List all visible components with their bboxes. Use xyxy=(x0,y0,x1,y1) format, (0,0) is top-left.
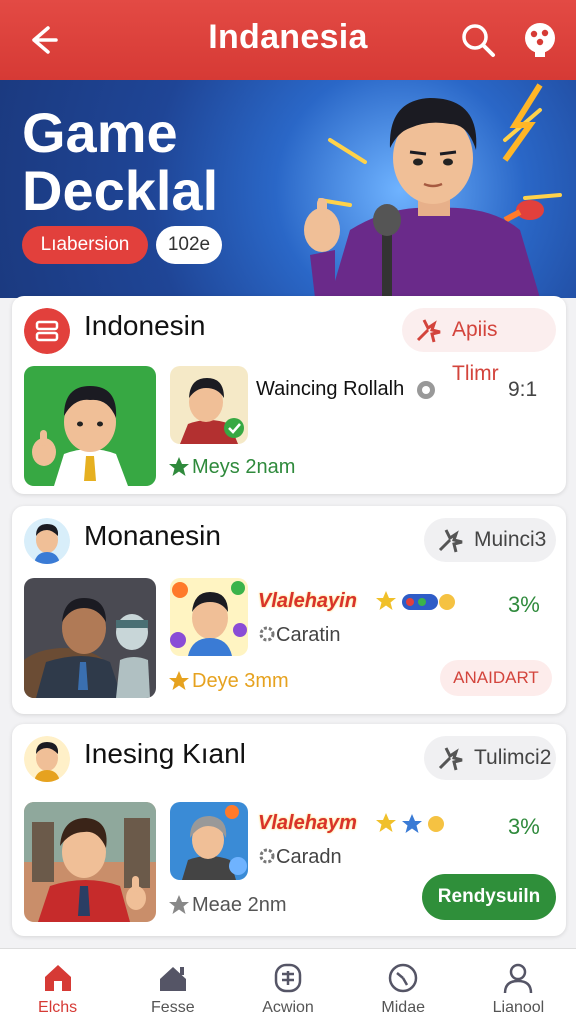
nav-item-home[interactable]: Elchs xyxy=(0,949,115,1024)
gear-icon xyxy=(259,848,275,864)
game-rating: Meys 2nam xyxy=(192,456,296,478)
card-chip[interactable]: Apiis Tlimr xyxy=(402,308,556,385)
nav-label: Fesse xyxy=(151,999,195,1016)
card-title: Monanesin xyxy=(84,520,221,551)
nav-item-action[interactable]: Acwion xyxy=(230,949,345,1024)
game-thumbnail-large[interactable] xyxy=(24,366,156,486)
game-action-button[interactable]: ANAIDART xyxy=(440,660,552,696)
badge-icons xyxy=(376,813,444,833)
nav-item-profile[interactable]: Lianool xyxy=(461,949,576,1024)
game-rating: Deye 3mm xyxy=(192,670,289,692)
nav-label: Midae xyxy=(381,999,425,1016)
gear-icon xyxy=(259,626,275,642)
star-icon xyxy=(169,457,189,476)
user-icon xyxy=(504,963,533,994)
search-icon[interactable] xyxy=(458,20,498,60)
game-thumbnail-large[interactable] xyxy=(24,578,156,698)
game-genre: Caratin xyxy=(276,624,341,646)
star-icon xyxy=(169,671,189,690)
top-app-bar: Indanesia xyxy=(0,0,576,80)
card-title: Indonesin xyxy=(84,310,206,341)
sparkle-icon xyxy=(416,319,441,343)
character-thumbnail xyxy=(170,578,248,656)
game-genre: Caradn xyxy=(276,846,342,868)
hero-headline-line1: Game xyxy=(22,101,178,164)
bottom-navigation: Elchs Fesse Acwion Midae Lianool xyxy=(0,948,576,1024)
character-thumbnail xyxy=(24,802,156,922)
hero-primary-pill[interactable]: Lıabersion xyxy=(22,226,148,264)
game-thumbnail-large[interactable] xyxy=(24,802,156,922)
nav-label: Lianool xyxy=(492,999,545,1016)
nav-label: Acwion xyxy=(262,999,314,1016)
game-name[interactable]: Vlalehayin xyxy=(258,590,357,613)
sparkle-icon xyxy=(438,529,463,553)
game-name[interactable]: Vlalehaym xyxy=(258,812,357,835)
home-icon xyxy=(44,965,71,991)
list-menu-icon xyxy=(24,308,70,354)
star-icon xyxy=(169,895,189,914)
avatar-icon xyxy=(24,518,70,564)
game-card-1[interactable]: Indonesin Apiis Tlimr Waincing Rollalh 9… xyxy=(12,296,566,494)
card-chip[interactable]: Tulimci2 xyxy=(424,736,556,780)
presenter-illustration xyxy=(304,98,540,298)
character-thumbnail xyxy=(170,366,248,444)
card-chip-label: Muinci3 xyxy=(474,528,547,551)
game-score: 9:1 xyxy=(508,378,538,401)
game-card-2[interactable]: Monanesin Muinci3 Vlalehayin 3% Caratin … xyxy=(12,506,566,714)
card-chip[interactable]: Muinci3 xyxy=(424,518,556,562)
game-name[interactable]: Waincing Rollalh xyxy=(256,378,404,401)
sparkle-icon xyxy=(438,747,463,771)
hero-headline-line2: Decklal xyxy=(22,159,219,222)
game-card-3[interactable]: Inesing Kıanl Tulimci2 Vlalehaym 3% Cara… xyxy=(12,724,566,936)
info-icon[interactable] xyxy=(416,380,436,400)
avatar-icon xyxy=(24,736,70,782)
game-percent: 3% xyxy=(508,592,540,617)
nav-item-midae[interactable]: Midae xyxy=(346,949,461,1024)
game-action-button[interactable]: Rendysuiln xyxy=(422,874,556,920)
game-rating: Meae 2nm xyxy=(192,894,287,916)
card-chip-label: Tulimci2 xyxy=(474,746,552,769)
nav-item-fesse[interactable]: Fesse xyxy=(115,949,230,1024)
character-thumbnail xyxy=(24,366,156,486)
hero-secondary-pill[interactable]: 102e xyxy=(156,226,222,264)
character-thumbnail xyxy=(24,578,156,698)
card-chip-label: Apiis Tlimr xyxy=(452,318,499,385)
game-percent: 3% xyxy=(508,814,540,839)
game-thumbnail-small[interactable] xyxy=(170,366,248,444)
hero-banner[interactable]: Game Decklal Lıabersion 102e xyxy=(0,80,576,298)
nav-label: Elchs xyxy=(38,999,78,1016)
badge-icons xyxy=(376,591,455,610)
card-title: Inesing Kıanl xyxy=(84,738,246,769)
game-thumbnail-small[interactable] xyxy=(170,578,248,656)
game-thumbnail-small[interactable] xyxy=(170,802,248,880)
clock-icon xyxy=(388,963,418,993)
house-icon xyxy=(159,967,186,991)
controller-icon xyxy=(274,963,302,993)
game-ball-icon[interactable] xyxy=(520,20,560,60)
character-thumbnail xyxy=(170,802,248,880)
